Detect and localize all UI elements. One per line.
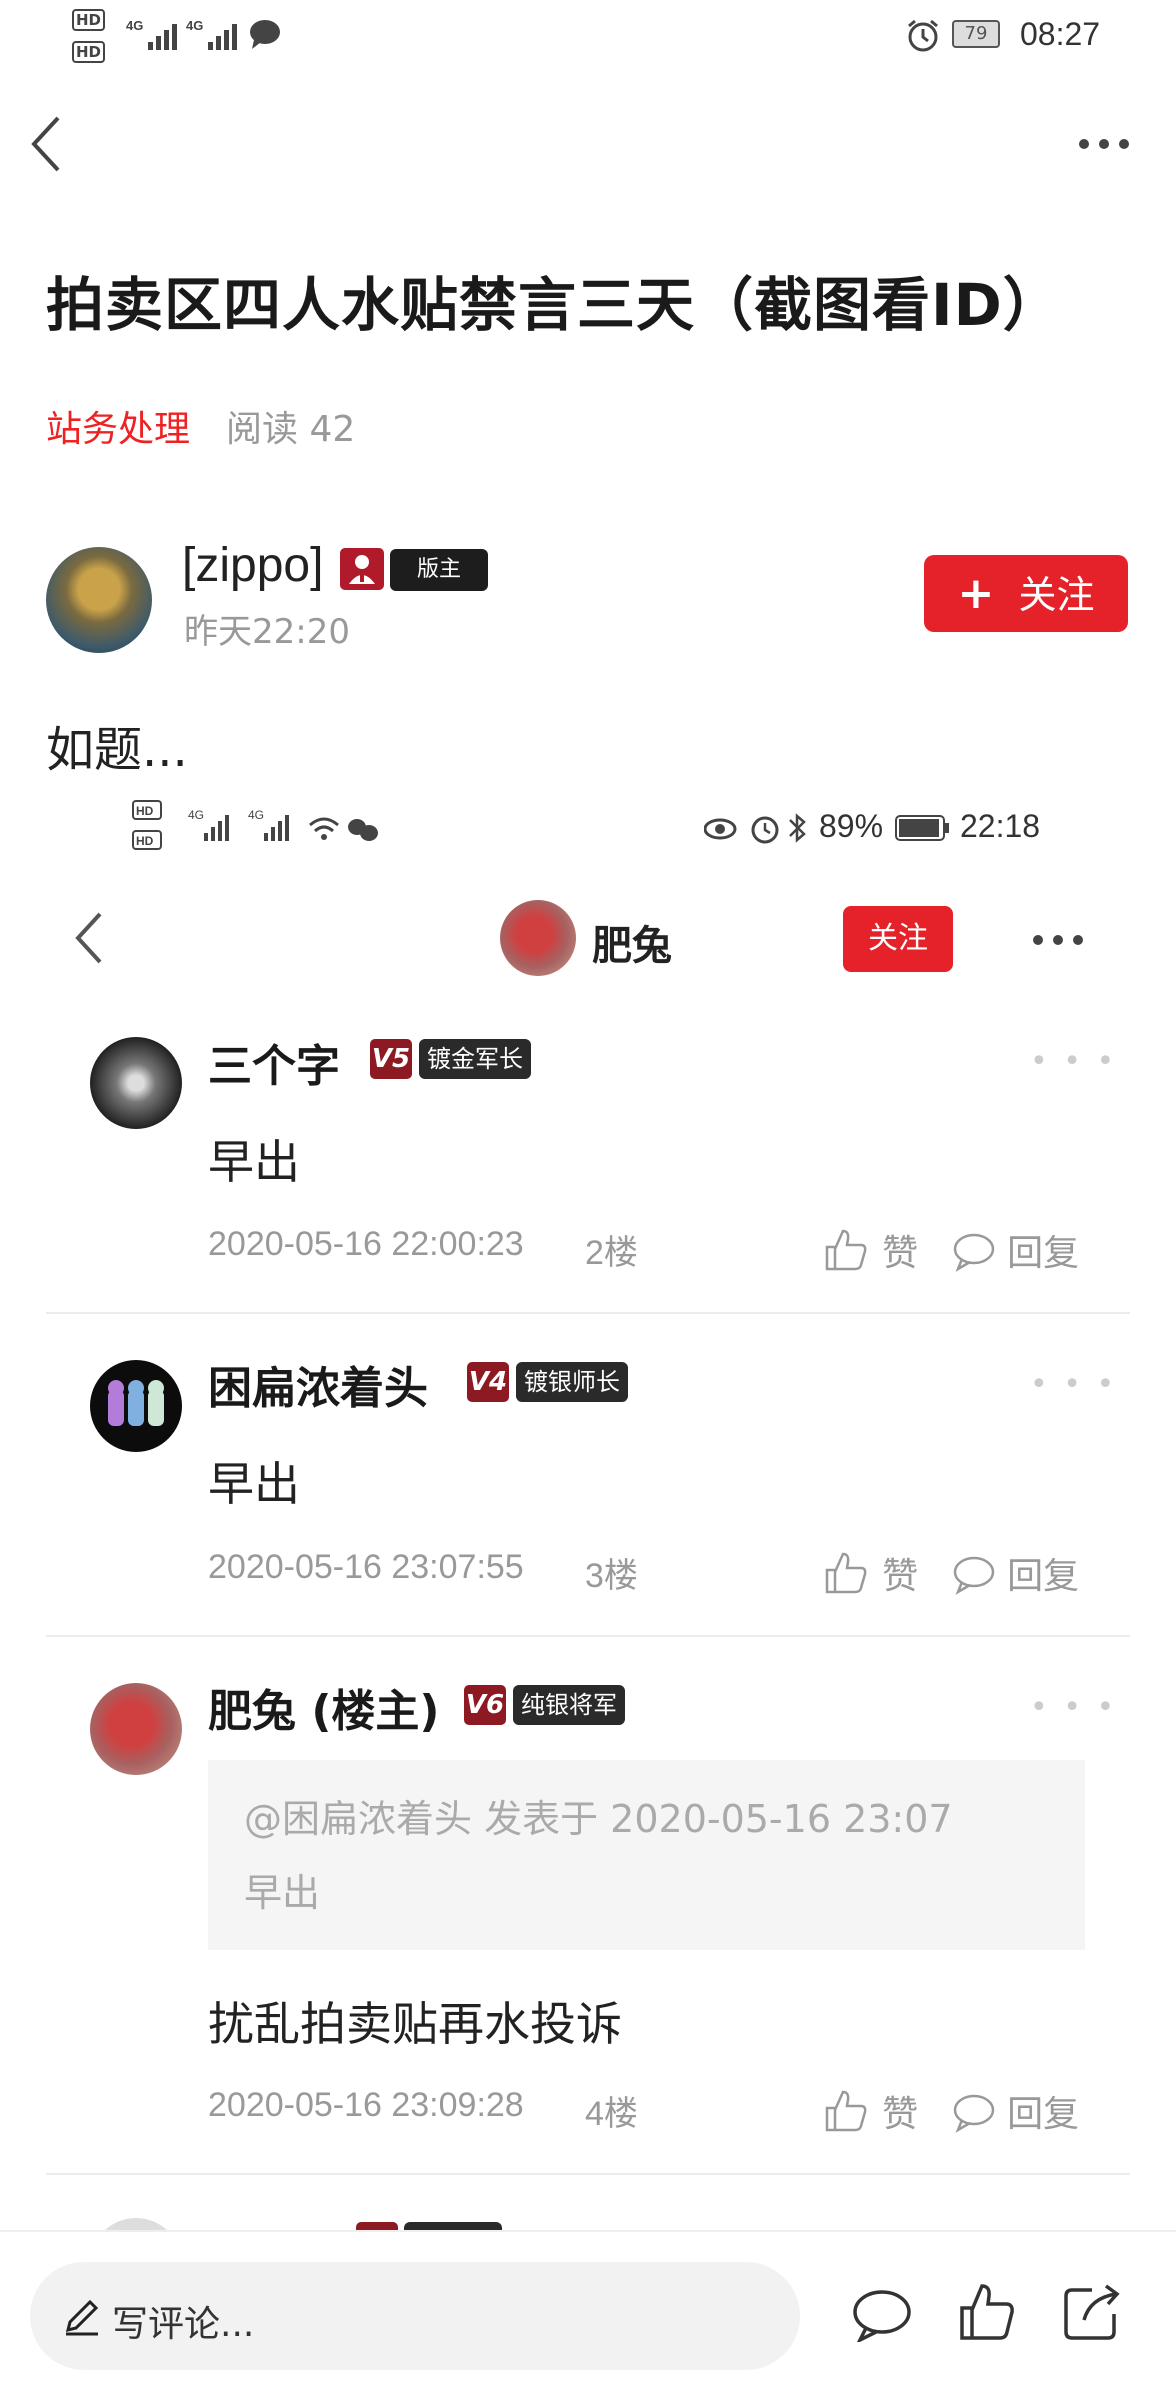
speech-bubble-icon (853, 2290, 911, 2342)
reply-label: 回复 (1007, 1556, 1080, 1597)
thumbs-up-icon (825, 1229, 867, 1271)
svg-text:HD: HD (136, 834, 154, 848)
comment-avatar[interactable] (90, 1683, 182, 1775)
comment-date: 2020-05-16 23:09:28 (208, 2086, 524, 2124)
like-label: 赞 (882, 1233, 919, 1274)
comment-floor: 2楼 (585, 1234, 638, 1272)
post-title: 拍卖区四人水贴禁言三天（截图看ID） (46, 271, 1062, 339)
reply-button[interactable]: 回复 (952, 2085, 1079, 2137)
like-label: 赞 (882, 2094, 919, 2135)
status-time: 08:27 (1020, 16, 1101, 52)
comments-button[interactable] (852, 2286, 912, 2342)
like-label: 赞 (882, 1556, 919, 1597)
rank-badge: 镀金军长 (419, 1039, 531, 1079)
author-name[interactable]: [zippo] (182, 538, 323, 593)
svg-text:4G: 4G (188, 808, 204, 822)
thumbs-up-icon (960, 2284, 1014, 2340)
svg-text:4G: 4G (186, 18, 203, 33)
rank-badge: 纯银将军 (513, 1685, 625, 1725)
signal-icon-2: 4G (186, 16, 244, 52)
thumbs-up-icon (825, 2090, 867, 2132)
comment-author[interactable]: 三个字 (208, 1030, 340, 1094)
message-icon (248, 18, 282, 50)
back-button[interactable] (28, 112, 68, 176)
like-post-button[interactable] (958, 2282, 1016, 2342)
svg-text:4G: 4G (126, 18, 143, 33)
level-badge: V4 (467, 1362, 509, 1402)
speech-bubble-icon (953, 1233, 995, 1272)
inner-battery-icon (895, 814, 951, 842)
comment-avatar[interactable] (90, 1037, 182, 1129)
like-button[interactable]: 赞 (823, 1224, 918, 1276)
comment-date: 2020-05-16 22:00:23 (208, 1225, 524, 1263)
thumbs-up-icon (825, 1552, 867, 1594)
post-body: 如题... (46, 722, 188, 778)
read-count: 阅读 42 (226, 409, 356, 450)
inner-follow-button[interactable]: 关注 (843, 906, 953, 972)
status-hd2: HD (72, 41, 106, 63)
pencil-icon (62, 2296, 102, 2336)
moderator-icon (340, 548, 384, 590)
comment-floor: 3楼 (585, 1557, 638, 1595)
rank-badge: 镀银师长 (516, 1362, 628, 1402)
plus-icon: + (957, 568, 995, 619)
quote-header: @困扁浓着头 发表于 2020-05-16 23:07 (244, 1797, 953, 1841)
author-avatar[interactable] (46, 547, 152, 653)
post-category-link[interactable]: 站务处理 (46, 400, 190, 452)
follow-button[interactable]: + 关注 (924, 555, 1128, 632)
comment-text: 早出 (208, 1457, 300, 1511)
inner-hd-icon: HD HD 4G 4G (132, 799, 392, 859)
svg-text:4G: 4G (248, 808, 264, 822)
comment-placeholder: 写评论... (112, 2304, 255, 2345)
like-button[interactable]: 赞 (823, 1547, 918, 1599)
level-badge: V6 (464, 1685, 506, 1725)
comment-more-icon[interactable]: • • • (1030, 1044, 1117, 1079)
quote-text: 早出 (244, 1871, 321, 1915)
signal-icon-1: 4G (126, 16, 184, 52)
like-button[interactable]: 赞 (823, 2085, 918, 2137)
status-hd1: HD (72, 9, 106, 31)
inner-eye-alarm-bt-icons (704, 812, 814, 846)
divider (46, 1635, 1130, 1637)
comment-more-icon[interactable]: • • • (1030, 1690, 1117, 1725)
comment-more-icon[interactable]: • • • (1030, 1367, 1117, 1402)
speech-bubble-icon (953, 2094, 995, 2133)
inner-back-button[interactable] (72, 908, 108, 968)
inner-avatar[interactable] (500, 900, 576, 976)
reply-label: 回复 (1007, 1233, 1080, 1274)
speech-bubble-icon (953, 1556, 995, 1595)
reply-label: 回复 (1007, 2094, 1080, 2135)
comment-author[interactable]: 困扁浓着头 (208, 1352, 428, 1416)
more-button[interactable] (1076, 132, 1132, 156)
divider (46, 1312, 1130, 1314)
divider (46, 2173, 1130, 2175)
inner-status-time: 22:18 (960, 808, 1041, 844)
comment-author[interactable]: 肥兔 (楼主) (208, 1675, 440, 1739)
inner-battery-text: 89% (819, 808, 884, 844)
battery-indicator: 79 (952, 20, 1000, 48)
follow-label: 关注 (1018, 573, 1095, 617)
share-icon (1064, 2284, 1120, 2340)
comment-avatar[interactable] (90, 1360, 182, 1452)
chevron-left-icon (31, 116, 60, 172)
moderator-badge: 版主 (390, 549, 488, 591)
chevron-left-icon (75, 912, 102, 964)
share-button[interactable] (1062, 2282, 1122, 2342)
post-time: 昨天22:20 (184, 612, 350, 652)
inner-more-button[interactable] (1030, 928, 1086, 952)
more-icon (1033, 935, 1083, 945)
more-icon (1079, 139, 1129, 149)
svg-text:HD: HD (136, 804, 154, 818)
comment-floor: 4楼 (585, 2095, 638, 2133)
alarm-icon (905, 18, 941, 54)
reply-button[interactable]: 回复 (952, 1547, 1079, 1599)
comment-text: 扰乱拍卖贴再水投诉 (208, 1997, 622, 2051)
reply-button[interactable]: 回复 (952, 1224, 1079, 1276)
comment-text: 早出 (208, 1135, 300, 1189)
comment-date: 2020-05-16 23:07:55 (208, 1548, 524, 1586)
level-badge: V5 (370, 1039, 412, 1079)
inner-user-name[interactable]: 肥兔 (592, 913, 672, 971)
